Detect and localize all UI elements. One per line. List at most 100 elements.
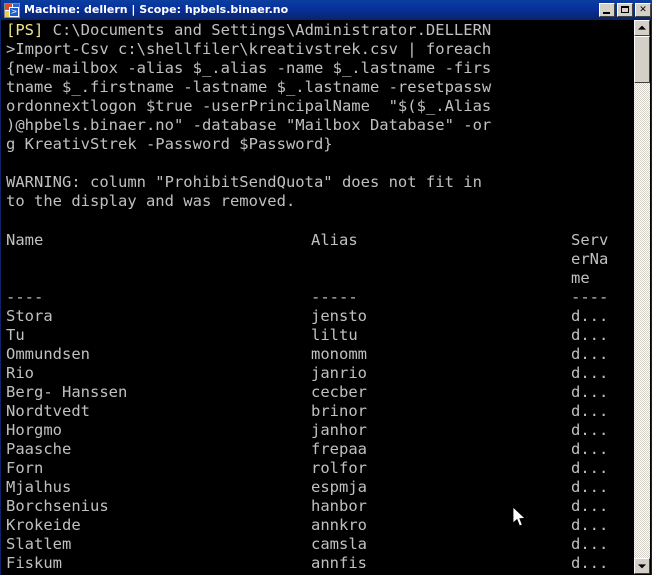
table-row: Berg- Hanssen cecber d... (6, 383, 634, 402)
table-separator-row: ---- ----- ---- (6, 288, 634, 307)
column-header-servername-cont: erNa (571, 249, 609, 268)
minimize-button[interactable] (599, 3, 615, 17)
cell-alias: hanbor (311, 497, 367, 516)
cell-name: Tu (6, 325, 25, 344)
vertical-scrollbar[interactable] (634, 20, 650, 574)
close-icon: ✕ (639, 5, 647, 15)
cell-alias: jensto (311, 306, 367, 325)
table-row: Bjarnsen ullbja d... (6, 573, 634, 574)
prompt-line: [PS] C:\Documents and Settings\Administr… (6, 21, 634, 40)
table-row: Krokeide annkro d... (6, 516, 634, 535)
cell-servername: d... (571, 401, 609, 420)
cell-alias: camsla (311, 535, 367, 554)
table-row: Rio janrio d... (6, 364, 634, 383)
exchange-shell-icon: > (4, 2, 20, 18)
cell-alias: janhor (311, 420, 367, 439)
cell-alias: rolfor (311, 459, 367, 478)
table-row: Tu liltu d... (6, 326, 634, 345)
cell-servername: d... (571, 363, 609, 382)
table-row: Stora jensto d... (6, 307, 634, 326)
table-header-row-cont: me (6, 269, 634, 288)
warning-line: to the display and was removed. (6, 192, 296, 211)
table-row: Fiskum annfis d... (6, 554, 634, 573)
table-row: Ommundsen monomm d... (6, 345, 634, 364)
cell-alias: monomm (311, 344, 367, 363)
cell-alias: liltu (311, 325, 358, 344)
cell-name: Stora (6, 306, 53, 325)
cell-name: Fiskum (6, 554, 62, 573)
cell-alias: janrio (311, 363, 367, 382)
cell-servername: d... (571, 344, 609, 363)
cell-servername: d... (571, 478, 609, 497)
cell-name: Ommundsen (6, 344, 90, 363)
cell-servername: d... (571, 440, 609, 459)
scrollbar-thumb[interactable] (634, 36, 650, 83)
cell-alias: brinor (311, 401, 367, 420)
window-title: Machine: dellern | Scope: hpbels.binaer.… (24, 3, 289, 16)
cell-servername: d... (571, 306, 609, 325)
cell-name: Nordtvedt (6, 401, 90, 420)
table-row: Mjalhus espmja d... (6, 478, 634, 497)
command-line: {new-mailbox -alias $_.alias -name $_.la… (6, 59, 492, 78)
prompt-tag: [PS] (6, 21, 44, 39)
cell-servername: d... (571, 420, 609, 439)
table-row: Slatlem camsla d... (6, 535, 634, 554)
cell-servername: d... (571, 325, 609, 344)
cell-alias: annfis (311, 554, 367, 573)
scroll-up-arrow-icon[interactable] (634, 20, 650, 36)
command-line: g KreativStrek -Password $Password} (6, 135, 333, 154)
column-header-servername: Serv (571, 230, 609, 249)
separator-alias: ----- (311, 287, 358, 306)
command-line: >Import-Csv c:\shellfiler\kreativstrek.c… (6, 40, 492, 59)
cell-alias: annkro (311, 516, 367, 535)
column-header-servername-cont: me (571, 268, 590, 287)
cell-name: Horgmo (6, 420, 62, 439)
command-line: ordonnextlogon $true -userPrincipalName … (6, 97, 492, 116)
cell-name: Forn (6, 459, 44, 478)
separator-server: ---- (571, 287, 609, 306)
cell-name: Krokeide (6, 516, 81, 535)
cell-name: Borchsenius (6, 497, 109, 516)
cell-name: Paasche (6, 440, 72, 459)
cell-servername: d... (571, 535, 609, 554)
cell-name: Bjarnsen (6, 573, 81, 574)
title-bar[interactable]: > Machine: dellern | Scope: hpbels.binae… (1, 0, 652, 20)
cell-servername: d... (571, 516, 609, 535)
cell-alias: cecber (311, 382, 367, 401)
table-body: Stora jensto d... Tu liltu d... Ommundsen monom… (6, 307, 634, 574)
powershell-console-window: > Machine: dellern | Scope: hpbels.binae… (0, 0, 652, 575)
table-row: Nordtvedt brinor d... (6, 402, 634, 421)
cell-servername: d... (571, 573, 608, 574)
maximize-button[interactable] (617, 3, 633, 17)
cell-servername: d... (571, 382, 609, 401)
separator-name: ---- (6, 287, 44, 306)
column-header-alias: Alias (311, 230, 358, 249)
cell-servername: d... (571, 554, 609, 573)
cell-name: Berg- Hanssen (6, 382, 128, 401)
command-line: )@hpbels.binaer.no" -database "Mailbox D… (6, 116, 492, 135)
cell-name: Slatlem (6, 535, 72, 554)
cell-alias: ullbja (311, 573, 367, 574)
cell-alias: frepaa (311, 440, 367, 459)
table-row: Forn rolfor d... (6, 459, 634, 478)
table-header-row: Name Alias Serv (6, 231, 634, 250)
table-row: Paasche frepaa d... (6, 440, 634, 459)
close-button[interactable]: ✕ (635, 3, 651, 17)
cell-name: Rio (6, 363, 34, 382)
scroll-down-arrow-icon[interactable] (634, 558, 650, 574)
cell-alias: espmja (311, 478, 367, 497)
table-row: Borchsenius hanbor d... (6, 497, 634, 516)
cell-servername: d... (571, 459, 609, 478)
table-row: Horgmo janhor d... (6, 421, 634, 440)
warning-line: WARNING: column "ProhibitSendQuota" does… (6, 173, 482, 192)
command-line: tname $_.firstname -lastname $_.lastname… (6, 78, 492, 97)
console-output-area[interactable]: [PS] C:\Documents and Settings\Administr… (2, 20, 637, 574)
cell-servername: d... (571, 497, 609, 516)
column-header-name: Name (6, 230, 44, 249)
prompt-path: C:\Documents and Settings\Administrator.… (43, 21, 492, 39)
cell-name: Mjalhus (6, 478, 72, 497)
scrollbar-track[interactable] (634, 36, 650, 558)
table-header-row-cont: erNa (6, 250, 634, 269)
